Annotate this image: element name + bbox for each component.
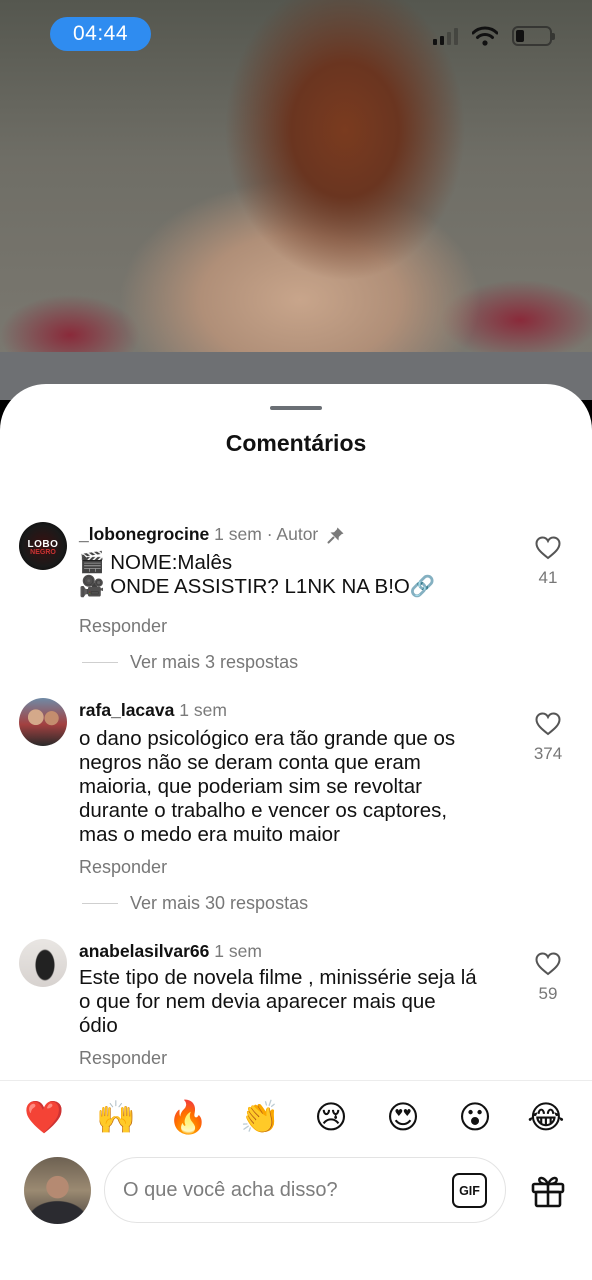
comment-line: mas o medo era muito maior [79,823,340,846]
comment-line: maioria, que poderiam sim se revoltar [79,775,422,798]
emoji-heart-eyes[interactable]: 😍 [383,1097,423,1137]
comment-text: 🎬 NOME:Malês 🎥 ONDE ASSISTIR? L1NK NA B!… [79,551,519,599]
emoji-cry[interactable]: 😢 [311,1097,351,1137]
comment-username[interactable]: _lobonegrocine [79,524,209,544]
like-count: 59 [538,984,558,1003]
battery-icon [512,26,555,46]
comment-line: o que for nem devia aparecer mais que [79,990,436,1013]
emoji-fire[interactable]: 🔥 [168,1097,208,1137]
view-more-replies-label: Ver mais 3 respostas [130,652,299,672]
video-background[interactable] [0,0,592,400]
comment-input-placeholder: O que você acha disso? [123,1179,338,1201]
emoji-clap[interactable]: 👏 [240,1097,280,1137]
comment-text: Este tipo de novela filme , minissérie s… [79,966,519,1038]
gift-icon[interactable] [530,1173,566,1209]
reply-button[interactable]: Responder [79,857,167,878]
comment-username[interactable]: anabelasilvar66 [79,941,209,961]
gif-icon[interactable]: GIF [452,1173,487,1208]
emoji-laugh[interactable]: 😂 [526,1097,566,1137]
comment-header: anabelasilvar66 1 sem [79,941,262,962]
comment-time: 1 sem [214,524,262,544]
like-button[interactable]: 41 [522,536,574,588]
divider [82,903,118,904]
comment-line: ódio [79,1014,118,1037]
comment-time: 1 sem [179,700,227,720]
comment-line: o dano psicológico era tão grande que os [79,727,456,750]
view-more-replies-label: Ver mais 30 respostas [130,893,309,913]
heart-icon [535,536,561,560]
like-button[interactable]: 59 [522,952,574,1004]
avatar[interactable]: LOBO NEGRO [19,522,67,570]
like-button[interactable]: 374 [522,712,574,764]
status-icons [433,26,555,46]
composer-bar: ❤️ 🙌 🔥 👏 😢 😍 😮 😂 O que você acha disso? … [0,1080,592,1280]
view-more-replies[interactable]: Ver mais 30 respostas [82,893,308,914]
comment-line: 🎬 NOME:Malês [79,551,233,574]
status-time: 04:44 [50,17,151,51]
reply-button[interactable]: Responder [79,1048,167,1069]
comment-line: durante o trabalho e vencer os captores, [79,799,448,822]
divider [82,662,118,663]
comment-line: Este tipo de novela filme , minissérie s… [79,966,477,989]
comment-username[interactable]: rafa_lacava [79,700,174,720]
comment-line: negros não se deram conta que eram [79,751,421,774]
comment-time: 1 sem [214,941,262,961]
emoji-raised-hands[interactable]: 🙌 [96,1097,136,1137]
comment-line: 🎥 ONDE ASSISTIR? L1NK NA B!O🔗 [79,575,436,598]
sheet-title: Comentários [225,430,367,456]
comment-header: rafa_lacava 1 sem [79,700,227,721]
heart-icon [535,712,561,736]
comment-text: o dano psicológico era tão grande que os… [79,727,519,847]
avatar[interactable] [19,698,67,746]
emoji-wow[interactable]: 😮 [455,1097,495,1137]
pin-icon [327,527,344,544]
emoji-heart[interactable]: ❤️ [24,1097,64,1137]
sheet-grabber[interactable] [270,406,322,410]
avatar[interactable] [19,939,67,987]
comment-input[interactable]: O que você acha disso? GIF [104,1157,506,1223]
like-count: 374 [533,744,563,763]
comment-header: _lobonegrocine 1 sem · Autor [79,524,345,545]
like-count: 41 [538,568,558,587]
current-user-avatar[interactable] [24,1157,91,1224]
signal-icon [433,27,458,45]
heart-icon [535,952,561,976]
author-tag: · Autor [266,524,319,544]
reply-button[interactable]: Responder [79,616,167,637]
avatar-logo-subtext: NEGRO [30,549,56,556]
reaction-row: ❤️ 🙌 🔥 👏 😢 😍 😮 😂 [0,1097,592,1137]
view-more-replies[interactable]: Ver mais 3 respostas [82,652,298,673]
wifi-icon [472,26,498,46]
